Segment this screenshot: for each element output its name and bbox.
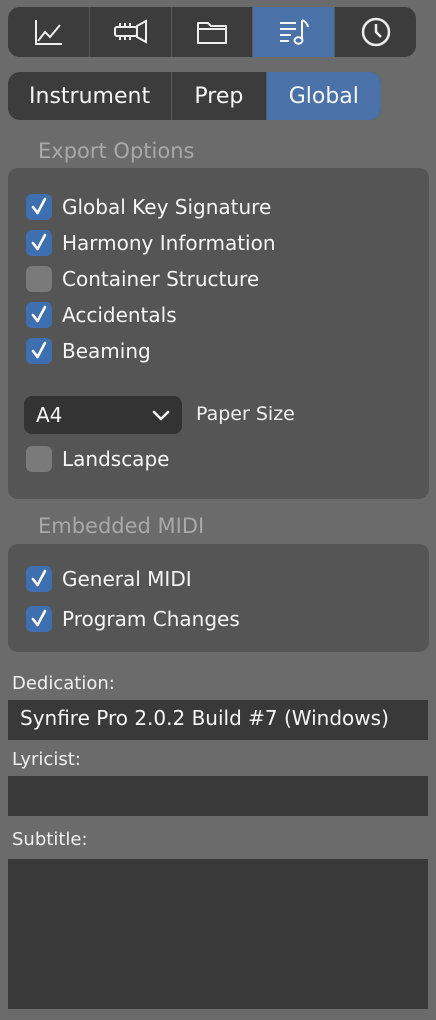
clock-icon — [361, 17, 390, 47]
subtitle-label: Subtitle: — [12, 829, 88, 850]
checkbox-label: Landscape — [62, 447, 170, 471]
line-chart-icon — [35, 20, 63, 45]
checkmark-icon — [31, 341, 47, 359]
landscape-row[interactable]: Landscape — [26, 444, 169, 474]
dedication-field[interactable]: Synfire Pro 2.0.2 Build #7 (Windows) — [8, 700, 428, 740]
history-view-button[interactable] — [335, 7, 416, 57]
checkbox-label: General MIDI — [62, 567, 192, 591]
harmony-information-checkbox[interactable] — [26, 230, 52, 256]
program-changes-checkbox[interactable] — [26, 606, 52, 632]
checkmark-icon — [31, 233, 47, 251]
paper-size-value: A4 — [36, 403, 63, 427]
paper-size-select[interactable]: A4 — [24, 396, 182, 434]
graph-view-button[interactable] — [8, 7, 90, 57]
checkmark-icon — [31, 197, 47, 215]
folder-icon — [196, 22, 227, 44]
score-notes-icon — [279, 19, 309, 45]
accidentals-checkbox[interactable] — [26, 302, 52, 328]
tab-global[interactable]: Global — [266, 72, 381, 120]
beaming-checkbox[interactable] — [26, 338, 52, 364]
general-midi-row[interactable]: General MIDI — [26, 564, 192, 594]
checkbox-label: Container Structure — [62, 267, 260, 291]
checkbox-label: Accidentals — [62, 303, 177, 327]
container-structure-row[interactable]: Container Structure — [26, 264, 259, 294]
view-toolbar — [8, 7, 416, 57]
subtitle-field[interactable] — [8, 859, 428, 1009]
container-structure-checkbox[interactable] — [26, 266, 52, 292]
paper-size-label: Paper Size — [196, 403, 295, 425]
chevron-down-icon — [152, 410, 170, 421]
accidentals-row[interactable]: Accidentals — [26, 300, 177, 330]
export-options-panel: Global Key Signature Harmony Information… — [8, 168, 429, 499]
export-options-title: Export Options — [38, 139, 195, 163]
instruments-view-button[interactable] — [89, 7, 172, 57]
checkmark-icon — [31, 569, 47, 587]
checkmark-icon — [31, 305, 47, 323]
embedded-midi-title: Embedded MIDI — [38, 514, 205, 538]
general-midi-checkbox[interactable] — [26, 566, 52, 592]
tab-instrument[interactable]: Instrument — [8, 72, 173, 120]
checkbox-label: Program Changes — [62, 607, 240, 631]
beaming-row[interactable]: Beaming — [26, 336, 151, 366]
score-view-button[interactable] — [253, 7, 336, 57]
global-key-signature-row[interactable]: Global Key Signature — [26, 192, 271, 222]
embedded-midi-panel: General MIDI Program Changes — [8, 544, 429, 652]
harmony-information-row[interactable]: Harmony Information — [26, 228, 276, 258]
landscape-checkbox[interactable] — [26, 446, 52, 472]
lyricist-label: Lyricist: — [12, 749, 81, 770]
tab-prep[interactable]: Prep — [172, 72, 267, 120]
global-key-signature-checkbox[interactable] — [26, 194, 52, 220]
program-changes-row[interactable]: Program Changes — [26, 604, 240, 634]
checkbox-label: Harmony Information — [62, 231, 276, 255]
lyricist-field[interactable] — [8, 776, 428, 816]
trumpet-icon — [114, 19, 148, 44]
checkmark-icon — [31, 609, 47, 627]
checkbox-label: Beaming — [62, 339, 151, 363]
files-view-button[interactable] — [171, 7, 254, 57]
settings-tabs: Instrument Prep Global — [8, 72, 381, 120]
dedication-label: Dedication: — [12, 673, 115, 694]
checkbox-label: Global Key Signature — [62, 195, 272, 219]
